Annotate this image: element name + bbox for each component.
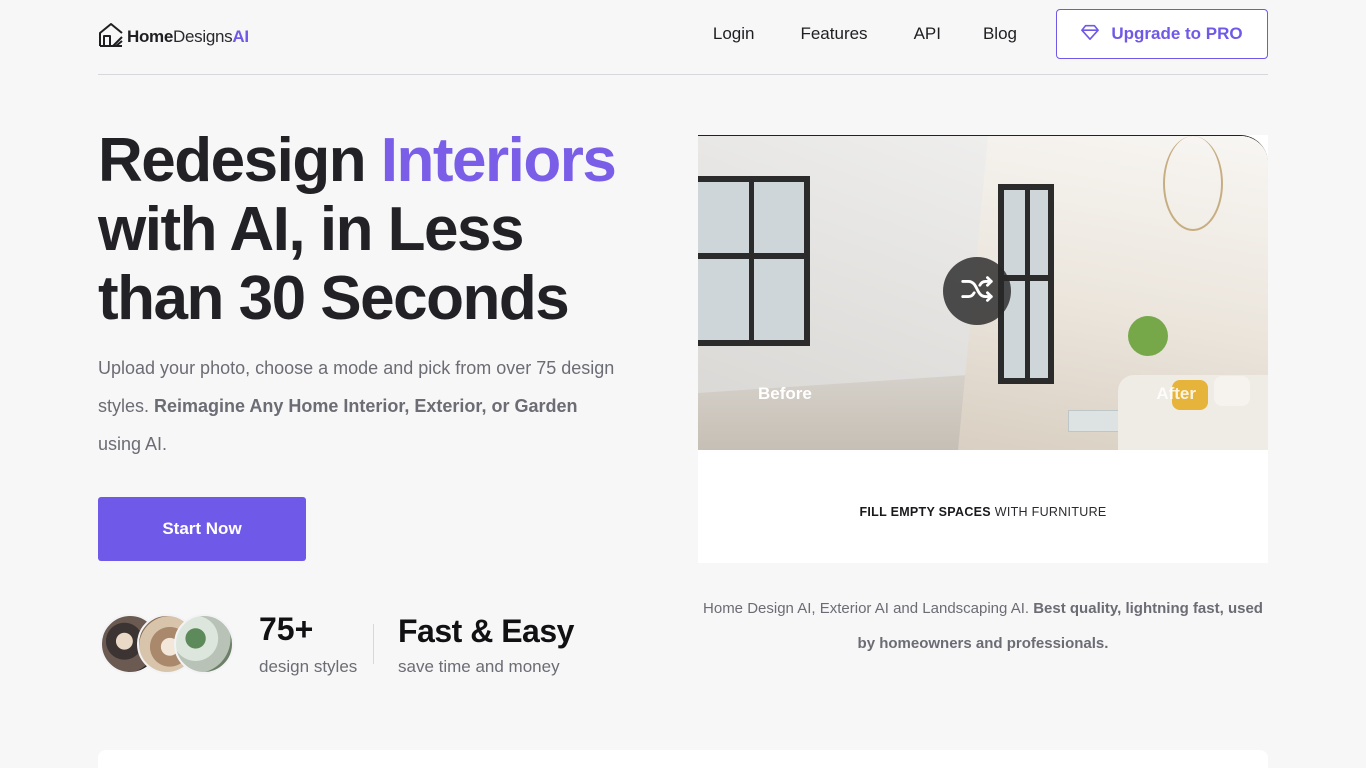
shuffle-icon [958,270,996,313]
logo-designs-word: Designs [173,27,233,46]
stat-speed-value: Fast & Easy [398,613,574,649]
avatar-group [100,614,234,674]
hero-title: Redesign Interiors with AI, in Less than … [98,126,658,333]
hero-subtitle-bold: Reimagine Any Home Interior, Exterior, o… [154,396,578,416]
plant-illustration [1128,316,1168,356]
hero-subtitle-part2: using AI. [98,434,168,454]
chandelier-illustration [1163,136,1223,231]
nav-api-link[interactable]: API [914,24,941,44]
logo-link[interactable]: HomeDesignsAI [98,22,249,53]
next-section-card [98,750,1268,768]
house-icon [98,22,124,53]
nav-login-link[interactable]: Login [713,24,755,44]
logo-home-word: Home [127,27,174,46]
hero-title-part2: with AI, in Less than 30 Seconds [98,195,570,333]
stat-divider [373,624,374,664]
pillow-illustration [1214,376,1250,406]
avatar [174,614,234,674]
main-nav: Login Features API Blog Upgrade to PRO [713,9,1268,59]
mode-caption-rest: WITH FURNITURE [990,505,1107,519]
nav-features-link[interactable]: Features [800,24,867,44]
nav-blog-link[interactable]: Blog [983,24,1017,44]
stat-speed-label: save time and money [398,657,560,676]
logo-ai-word: AI [232,27,249,46]
hero-subtitle: Upload your photo, choose a mode and pic… [98,349,618,463]
upgrade-to-pro-button[interactable]: Upgrade to PRO [1056,9,1268,59]
logo-text: HomeDesignsAI [127,27,249,47]
start-now-button[interactable]: Start Now [98,497,306,561]
shuffle-compare-button[interactable] [943,257,1011,325]
diamond-icon [1081,23,1100,46]
before-after-card: Before After FILL EMPTY SPACES WITH FURN… [698,135,1268,563]
hero-title-part1: Redesign [98,126,381,195]
product-description-part1: Home Design AI, Exterior AI and Landscap… [703,600,1034,617]
site-header: HomeDesignsAI Login Features API Blog Up… [98,0,1268,75]
window-illustration [698,176,810,346]
after-label: After [1156,384,1196,403]
stat-styles-label: design styles [259,657,358,676]
mode-caption: FILL EMPTY SPACES WITH FURNITURE [698,505,1268,519]
upgrade-label: Upgrade to PRO [1111,24,1243,43]
mode-caption-bold: FILL EMPTY SPACES [859,505,991,519]
product-description: Home Design AI, Exterior AI and Landscap… [698,591,1268,661]
stat-styles-value: 75+ [259,611,314,647]
before-after-image[interactable]: Before After [698,135,1268,450]
before-label: Before [758,384,812,403]
hero-title-accent: Interiors [380,126,617,195]
